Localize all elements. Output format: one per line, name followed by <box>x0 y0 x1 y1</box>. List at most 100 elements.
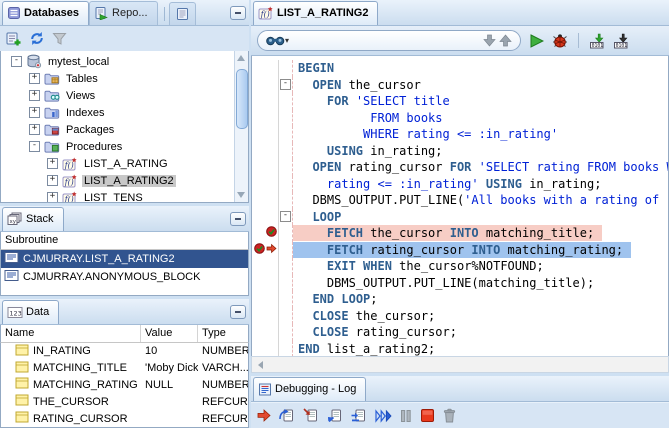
stack-frame-row[interactable]: CJMURRAY.ANONYMOUS_BLOCK <box>1 268 248 286</box>
add-connection-button[interactable] <box>6 31 22 46</box>
data-row[interactable]: IN_RATING 10 NUMBER <box>1 343 248 360</box>
code-line-2[interactable]: - OPEN the_cursor <box>252 76 668 94</box>
tree-node-packages[interactable]: + Packages <box>1 121 234 138</box>
debug-button[interactable] <box>552 33 568 48</box>
breakpoint-gutter[interactable] <box>252 258 278 275</box>
breakpoint-gutter[interactable] <box>252 143 278 160</box>
search-dropdown[interactable]: ▾ <box>266 34 289 47</box>
tree-scrollbar[interactable] <box>234 51 248 202</box>
breakpoint-icon[interactable] <box>254 242 265 257</box>
breakpoint-gutter[interactable] <box>252 192 278 209</box>
collapse-icon[interactable]: - <box>29 141 40 152</box>
stack-minimize-button[interactable] <box>230 212 246 226</box>
fold-gutter[interactable] <box>278 93 293 110</box>
tree-node-mytest_local[interactable]: - mytest_local <box>1 53 234 70</box>
breakpoint-gutter[interactable] <box>252 60 278 77</box>
tree-node-list_a_rating2[interactable]: + f() LIST_A_RATING2 <box>1 172 234 189</box>
run-button[interactable] <box>529 33 544 48</box>
breakpoint-gutter[interactable] <box>252 77 278 94</box>
tab-debugging-log[interactable]: Debugging - Log <box>253 377 367 401</box>
fold-collapse-icon[interactable]: - <box>280 211 291 223</box>
breakpoint-gutter[interactable] <box>252 225 278 242</box>
step-over-button[interactable] <box>279 408 295 423</box>
editor-hscrollbar[interactable] <box>251 356 669 373</box>
fold-gutter[interactable] <box>278 60 293 77</box>
fold-gutter[interactable] <box>278 175 293 192</box>
step-out-button[interactable] <box>327 408 343 423</box>
expand-icon[interactable]: + <box>29 107 40 118</box>
resume-button[interactable] <box>375 408 392 423</box>
expand-icon[interactable]: + <box>47 158 58 169</box>
fold-gutter[interactable] <box>278 324 293 341</box>
data-row[interactable]: RATING_CURSOR REFCUR... <box>1 410 248 427</box>
fold-gutter[interactable]: - <box>278 208 293 225</box>
breakpoint-gutter[interactable] <box>252 126 278 143</box>
expand-icon[interactable]: + <box>47 192 58 202</box>
fold-gutter[interactable] <box>278 109 293 126</box>
compile-button[interactable]: 0101 <box>613 33 629 49</box>
breakpoint-gutter[interactable] <box>252 324 278 341</box>
code-editor[interactable]: BEGIN - OPEN the_cursor FOR 'SELECT title… <box>251 56 669 356</box>
code-line-17[interactable]: CLOSE rating_cursor; <box>252 324 668 341</box>
breakpoint-gutter[interactable] <box>252 209 278 226</box>
tree-node-list_tens[interactable]: + f() LIST_TENS <box>1 189 234 202</box>
expand-icon[interactable]: + <box>47 175 58 186</box>
refresh-button[interactable] <box>29 31 45 46</box>
breakpoint-gutter[interactable] <box>252 308 278 325</box>
tree-node-procedures[interactable]: - Procedures <box>1 138 234 155</box>
find-previous-button[interactable] <box>483 34 496 47</box>
code-line-4[interactable]: FROM books <box>252 109 668 127</box>
breakpoint-gutter[interactable] <box>252 275 278 292</box>
data-row[interactable]: MATCHING_RATING NULL NUMBER <box>1 377 248 394</box>
breakpoint-gutter[interactable] <box>252 341 278 357</box>
fold-gutter[interactable]: - <box>278 76 293 93</box>
code-line-12[interactable]: FETCH rating_cursor INTO matching_rating… <box>252 241 668 259</box>
tree-node-views[interactable]: + Views <box>1 87 234 104</box>
scroll-up-icon[interactable] <box>237 55 245 61</box>
stack-frame-row[interactable]: CJMURRAY.LIST_A_RATING2 <box>1 250 248 268</box>
fold-gutter[interactable] <box>278 192 293 209</box>
code-line-16[interactable]: CLOSE the_cursor; <box>252 307 668 325</box>
fold-gutter[interactable] <box>278 159 293 176</box>
scroll-left-icon[interactable] <box>252 357 268 372</box>
breakpoint-gutter[interactable] <box>252 159 278 176</box>
fold-gutter[interactable] <box>278 340 293 356</box>
tab-stack[interactable]: xy Stack <box>2 207 64 231</box>
fold-gutter[interactable] <box>278 307 293 324</box>
breakpoint-gutter[interactable] <box>252 176 278 193</box>
scroll-down-icon[interactable] <box>237 192 245 198</box>
code-line-15[interactable]: END LOOP; <box>252 291 668 308</box>
column-header-type[interactable]: Type <box>198 325 248 342</box>
column-header-value[interactable]: Value <box>141 325 198 342</box>
data-row[interactable]: THE_CURSOR REFCUR... <box>1 393 248 410</box>
step-to-end-button[interactable] <box>351 408 367 423</box>
breakpoint-gutter[interactable] <box>252 291 278 308</box>
code-line-7[interactable]: OPEN rating_cursor FOR 'SELECT rating FR… <box>252 159 668 176</box>
column-header-name[interactable]: Name <box>1 325 141 342</box>
code-line-10[interactable]: - LOOP <box>252 208 668 226</box>
breakpoint-icon[interactable] <box>266 226 277 240</box>
fold-gutter[interactable] <box>278 274 293 291</box>
compile-for-debug-button[interactable]: 0101 <box>589 33 605 49</box>
tree-node-list_a_rating[interactable]: + f() LIST_A_RATING <box>1 155 234 172</box>
code-line-18[interactable]: END list_a_rating2; <box>252 340 668 357</box>
fold-gutter[interactable] <box>278 258 293 275</box>
tab-extra-page[interactable] <box>168 2 196 25</box>
pause-button[interactable] <box>400 409 412 423</box>
expand-icon[interactable]: + <box>29 90 40 101</box>
fold-gutter[interactable] <box>278 225 293 242</box>
search-control[interactable]: ▾ <box>257 30 521 51</box>
scroll-track[interactable] <box>268 357 668 372</box>
tree-node-tables[interactable]: + Tables <box>1 70 234 87</box>
breakpoint-gutter[interactable] <box>252 242 278 259</box>
tree-node-indexes[interactable]: + Indexes <box>1 104 234 121</box>
scroll-thumb[interactable] <box>236 69 248 129</box>
find-execution-point-button[interactable] <box>257 409 271 422</box>
tab-data[interactable]: 123 Data <box>2 300 60 324</box>
expand-icon[interactable]: + <box>29 73 40 84</box>
code-line-6[interactable]: USING in_rating; <box>252 142 668 160</box>
breakpoint-gutter[interactable] <box>252 110 278 127</box>
fold-collapse-icon[interactable]: - <box>280 79 291 91</box>
step-into-button[interactable] <box>303 408 319 423</box>
code-line-1[interactable]: BEGIN <box>252 60 668 77</box>
